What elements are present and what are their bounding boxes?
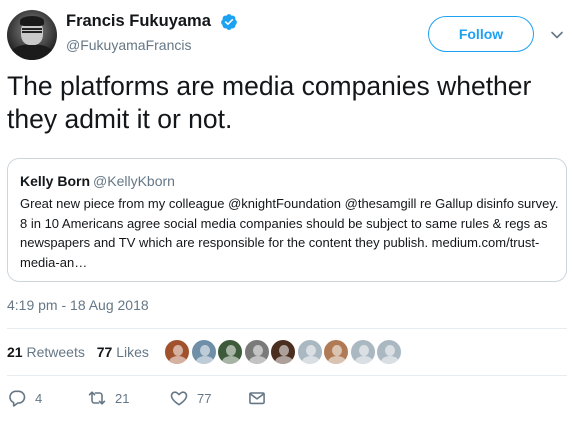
tweet-text: The platforms are media companies whethe… [7, 71, 532, 134]
liker-avatar[interactable] [323, 339, 349, 365]
quoted-tweet-card[interactable]: Kelly Born @KellyKborn Great new piece fr… [7, 158, 567, 282]
retweets-label: Retweets [26, 344, 85, 360]
liker-avatar[interactable] [164, 339, 190, 365]
retweet-button[interactable]: 21 [87, 388, 129, 408]
liker-avatar[interactable] [217, 339, 243, 365]
like-count: 77 [197, 390, 212, 406]
liker-avatar[interactable] [270, 339, 296, 365]
tweet-timestamp[interactable]: 4:19 pm - 18 Aug 2018 [7, 297, 149, 313]
retweet-count: 21 [115, 390, 130, 406]
likes-stat[interactable]: 77 Likes [97, 344, 149, 360]
reply-count: 4 [35, 390, 43, 406]
divider [7, 328, 567, 329]
tweet-stats: 21 Retweets 77 Likes [7, 344, 149, 360]
likes-count: 77 [96, 344, 113, 360]
divider [7, 375, 567, 376]
liker-avatar[interactable] [349, 339, 376, 365]
chevron-down-icon[interactable] [550, 28, 564, 42]
reply-button[interactable]: 4 [7, 388, 42, 408]
quoted-handle: @KellyKborn [93, 173, 175, 189]
liker-avatar[interactable] [190, 339, 217, 365]
quoted-display-name: Kelly Born [20, 173, 91, 189]
like-button[interactable]: 77 [169, 388, 211, 408]
retweets-count: 21 [7, 344, 23, 360]
heart-icon [170, 391, 188, 406]
quoted-tweet-text: Great new piece from my colleague @knigh… [20, 196, 559, 270]
verified-badge-icon [221, 14, 237, 30]
follow-button[interactable]: Follow [428, 16, 534, 52]
liker-avatar[interactable] [296, 339, 323, 365]
liker-avatar[interactable] [376, 339, 402, 365]
author-display-name[interactable]: Francis Fukuyama [66, 12, 211, 31]
author-avatar[interactable] [7, 10, 57, 60]
direct-message-button[interactable] [247, 388, 267, 408]
likes-label: Likes [116, 344, 149, 360]
author-handle[interactable]: @FukuyamaFrancis [66, 37, 191, 53]
envelope-icon [249, 392, 265, 405]
retweets-stat[interactable]: 21 Retweets [7, 344, 85, 360]
liker-avatar[interactable] [243, 339, 270, 365]
reply-icon [9, 390, 26, 407]
retweet-icon [88, 391, 106, 405]
